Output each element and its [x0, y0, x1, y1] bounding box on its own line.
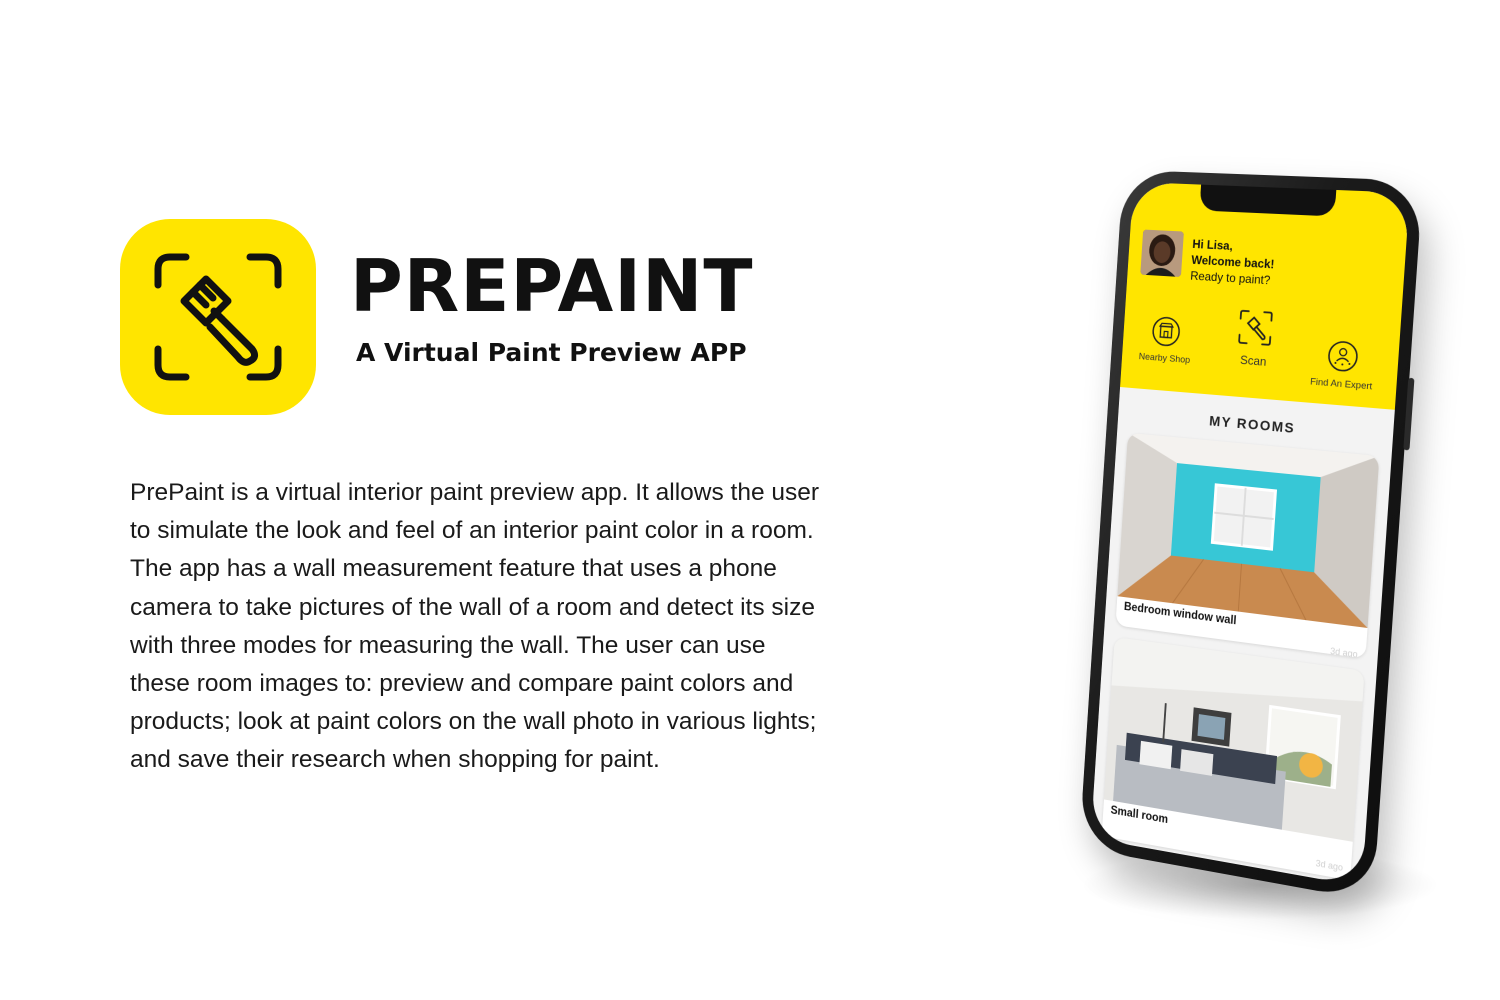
- quick-actions: Nearby Shop Scan Find An Expert: [1120, 305, 1400, 406]
- avatar[interactable]: [1140, 229, 1184, 278]
- greeting: Hi Lisa, Welcome back! Ready to paint?: [1190, 236, 1276, 289]
- room-timestamp: 3d ago: [1315, 857, 1344, 873]
- user-avatar-icon: [1140, 229, 1184, 278]
- app-logo: [120, 219, 316, 415]
- brand-tagline: A Virtual Paint Preview APP: [356, 338, 747, 367]
- phone-mockup: Hi Lisa, Welcome back! Ready to paint? N…: [1079, 169, 1423, 901]
- expert-icon: [1326, 339, 1360, 374]
- find-expert-label: Find An Expert: [1309, 376, 1373, 393]
- app-header: Hi Lisa, Welcome back! Ready to paint? N…: [1120, 181, 1410, 410]
- room-card[interactable]: Small room 3d ago: [1101, 636, 1365, 881]
- room-card[interactable]: Bedroom window wall 3d ago: [1115, 432, 1380, 659]
- scan-label: Scan: [1239, 352, 1267, 369]
- phone-screen: Hi Lisa, Welcome back! Ready to paint? N…: [1090, 181, 1410, 887]
- nearby-shop-label: Nearby Shop: [1138, 351, 1191, 366]
- nearby-shop-button[interactable]: Nearby Shop: [1129, 313, 1203, 366]
- room-timestamp: 3d ago: [1329, 645, 1358, 659]
- brand-title: PREPAINT: [350, 244, 754, 328]
- scan-brush-icon: [1235, 306, 1276, 349]
- paintbrush-scan-icon: [154, 253, 282, 381]
- find-expert-button[interactable]: Find An Expert: [1300, 337, 1385, 393]
- greeting-prompt: Ready to paint?: [1189, 268, 1271, 288]
- phone-side-button: [1403, 377, 1415, 451]
- app-description: PrePaint is a virtual interior paint pre…: [130, 479, 820, 774]
- scan-button[interactable]: Scan: [1217, 305, 1294, 370]
- room-photo-bedroom: [1117, 432, 1380, 628]
- shop-icon: [1150, 315, 1182, 349]
